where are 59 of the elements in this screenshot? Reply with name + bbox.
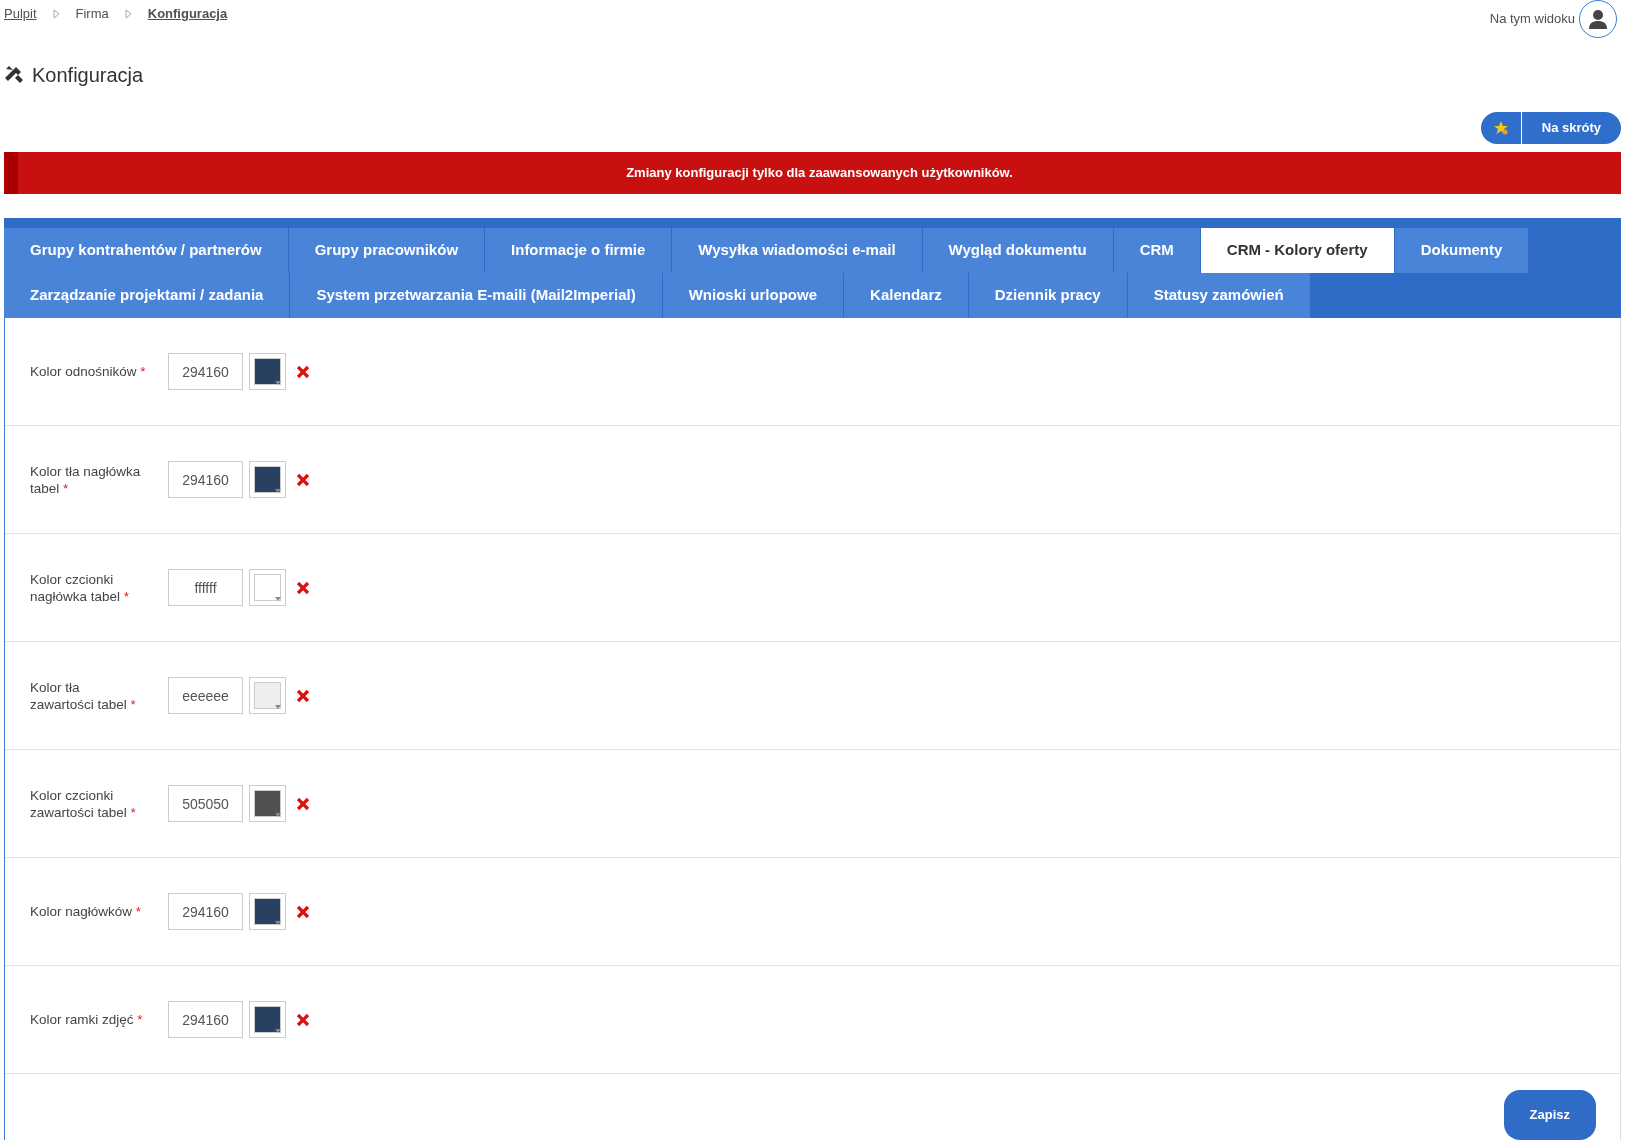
page-title: Konfiguracja bbox=[32, 63, 144, 88]
color-hex-field[interactable]: ffffff bbox=[168, 569, 243, 606]
breadcrumb-link[interactable]: Pulpit bbox=[4, 4, 37, 24]
color-picker[interactable] bbox=[249, 785, 286, 822]
field-label: Kolor czcionki nagłówka tabel * bbox=[30, 570, 131, 605]
field-label: Kolor nagłówków * bbox=[30, 903, 143, 920]
caret-icon bbox=[273, 703, 283, 711]
color-picker[interactable] bbox=[249, 893, 286, 930]
tab[interactable]: Informacje o firmie bbox=[485, 228, 673, 273]
caret-icon bbox=[273, 487, 283, 495]
caret-icon bbox=[273, 919, 283, 927]
tools-icon bbox=[4, 65, 24, 85]
caret-icon bbox=[273, 595, 283, 603]
tab[interactable]: Dokumenty bbox=[1394, 228, 1530, 273]
tab[interactable]: Wysyłka wiadomości e-mail bbox=[672, 228, 923, 273]
clear-icon[interactable] bbox=[296, 796, 310, 811]
tab[interactable]: Wnioski urlopowe bbox=[662, 273, 845, 318]
color-picker[interactable] bbox=[249, 353, 286, 390]
clear-icon[interactable] bbox=[296, 904, 310, 919]
tab[interactable]: Dziennik pracy bbox=[968, 273, 1128, 318]
color-picker[interactable] bbox=[249, 569, 286, 606]
save-button[interactable]: Zapisz bbox=[1503, 1090, 1596, 1140]
tab[interactable]: System przetwarzania E-maili (Mail2Imperial) bbox=[290, 273, 663, 318]
field-label: Kolor ramki zdjęć * bbox=[30, 1011, 144, 1028]
breadcrumb-item: Firma bbox=[75, 5, 109, 23]
color-picker[interactable] bbox=[249, 1001, 286, 1038]
clear-icon[interactable] bbox=[296, 1012, 310, 1027]
caret-icon bbox=[273, 1027, 283, 1035]
field-label: Kolor czcionki zawartości tabel * bbox=[30, 786, 137, 821]
tab[interactable]: Grupy pracowników bbox=[288, 228, 486, 273]
field-label: Kolor tła nagłówka tabel * bbox=[30, 462, 142, 497]
tab[interactable]: Wygląd dokumentu bbox=[922, 228, 1114, 273]
caret-icon bbox=[273, 379, 283, 387]
color-hex-field[interactable]: 294160 bbox=[168, 893, 243, 930]
clear-icon[interactable] bbox=[296, 580, 310, 595]
view-label: Na tym widoku bbox=[1489, 10, 1575, 29]
tab[interactable]: CRM bbox=[1113, 228, 1201, 273]
clear-icon[interactable] bbox=[296, 472, 310, 487]
color-hex-field[interactable]: 294160 bbox=[168, 353, 243, 390]
tab[interactable]: Zarządzanie projektami / zadania bbox=[4, 273, 291, 318]
clear-icon[interactable] bbox=[296, 688, 310, 703]
tab[interactable]: Grupy kontrahentów / partnerów bbox=[4, 228, 289, 273]
caret-icon bbox=[273, 811, 283, 819]
color-hex-field[interactable]: eeeeee bbox=[168, 677, 243, 714]
breadcrumb-separator-icon bbox=[52, 8, 60, 19]
breadcrumb-link[interactable]: Konfiguracja bbox=[147, 4, 228, 24]
clear-icon[interactable] bbox=[296, 364, 310, 379]
field-label: Kolor odnośników * bbox=[30, 363, 146, 380]
tab[interactable]: CRM - Kolory oferty bbox=[1200, 228, 1395, 273]
color-picker[interactable] bbox=[249, 461, 286, 498]
breadcrumb-separator-icon bbox=[124, 8, 132, 19]
warning-text: Zmiany konfiguracji tylko dla zaawansowanych użytkowników. bbox=[626, 164, 1013, 183]
color-hex-field[interactable]: 294160 bbox=[168, 1001, 243, 1038]
color-picker[interactable] bbox=[249, 677, 286, 714]
tab[interactable]: Statusy zamówień bbox=[1127, 273, 1311, 318]
field-label: Kolor tła zawartości tabel * bbox=[30, 678, 137, 713]
tab[interactable]: Kalendarz bbox=[844, 273, 969, 318]
color-hex-field[interactable]: 505050 bbox=[168, 785, 243, 822]
color-hex-field[interactable]: 294160 bbox=[168, 461, 243, 498]
